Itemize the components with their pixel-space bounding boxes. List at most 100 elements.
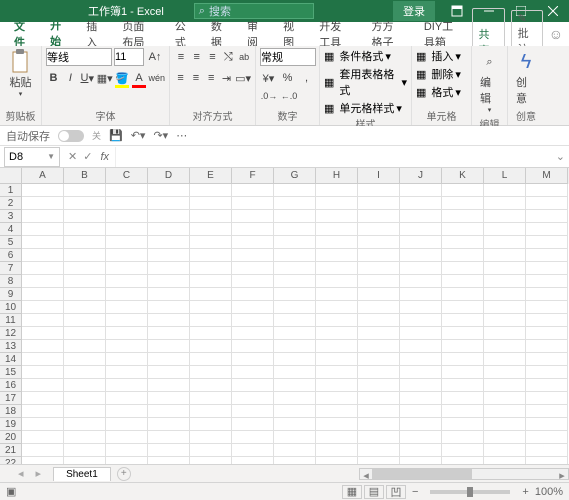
page-break-view-button[interactable]: 凹 xyxy=(386,485,406,499)
cell[interactable] xyxy=(64,314,106,327)
cell[interactable] xyxy=(484,275,526,288)
cell[interactable] xyxy=(358,444,400,457)
column-header[interactable]: B xyxy=(64,168,106,184)
cell[interactable] xyxy=(148,431,190,444)
cell[interactable] xyxy=(232,210,274,223)
cell[interactable] xyxy=(484,444,526,457)
cell[interactable] xyxy=(106,457,148,464)
row-header[interactable]: 4 xyxy=(0,223,22,236)
save-icon[interactable]: 💾 xyxy=(109,129,123,142)
format-table-button[interactable]: ▦套用表格格式▾ xyxy=(324,66,407,98)
cell[interactable] xyxy=(274,340,316,353)
cell[interactable] xyxy=(106,288,148,301)
cell[interactable] xyxy=(400,210,442,223)
increase-decimal-icon[interactable]: .0→ xyxy=(260,87,278,105)
zoom-out-button[interactable]: − xyxy=(412,486,418,498)
cell[interactable] xyxy=(484,236,526,249)
cell[interactable] xyxy=(64,340,106,353)
row-header[interactable]: 19 xyxy=(0,418,22,431)
cell[interactable] xyxy=(232,405,274,418)
column-header[interactable]: F xyxy=(232,168,274,184)
cell[interactable] xyxy=(274,301,316,314)
cell[interactable] xyxy=(64,353,106,366)
column-header[interactable]: L xyxy=(484,168,526,184)
cell[interactable] xyxy=(106,366,148,379)
cell[interactable] xyxy=(190,262,232,275)
cell[interactable] xyxy=(22,340,64,353)
cell[interactable] xyxy=(190,210,232,223)
cell[interactable] xyxy=(526,236,568,249)
zoom-level[interactable]: 100% xyxy=(535,486,563,498)
cancel-formula-icon[interactable]: ✕ xyxy=(68,150,77,163)
cell[interactable] xyxy=(22,431,64,444)
cell[interactable] xyxy=(106,379,148,392)
cell[interactable] xyxy=(316,392,358,405)
cell[interactable] xyxy=(400,379,442,392)
cell[interactable] xyxy=(22,314,64,327)
cell[interactable] xyxy=(232,197,274,210)
sheet-nav-next-icon[interactable]: ▸ xyxy=(36,467,42,480)
orientation-icon[interactable]: ⤭ xyxy=(221,48,235,66)
cell[interactable] xyxy=(358,340,400,353)
cell[interactable] xyxy=(22,366,64,379)
cell[interactable] xyxy=(442,249,484,262)
ideas-button[interactable]: ϟ 创意 xyxy=(512,48,540,108)
cell[interactable] xyxy=(148,236,190,249)
formula-input[interactable] xyxy=(115,147,552,167)
conditional-format-button[interactable]: ▦条件格式▾ xyxy=(324,48,407,64)
cell[interactable] xyxy=(274,236,316,249)
cell[interactable] xyxy=(316,210,358,223)
cell[interactable] xyxy=(148,210,190,223)
cell[interactable] xyxy=(190,236,232,249)
cell[interactable] xyxy=(274,197,316,210)
cell[interactable] xyxy=(190,340,232,353)
cell[interactable] xyxy=(442,340,484,353)
cell[interactable] xyxy=(106,223,148,236)
cell[interactable] xyxy=(484,288,526,301)
cell[interactable] xyxy=(22,353,64,366)
cell[interactable] xyxy=(400,418,442,431)
cell[interactable] xyxy=(232,223,274,236)
cell[interactable] xyxy=(316,197,358,210)
column-header[interactable]: K xyxy=(442,168,484,184)
cell[interactable] xyxy=(358,379,400,392)
cell[interactable] xyxy=(274,444,316,457)
cell[interactable] xyxy=(22,457,64,464)
cell[interactable] xyxy=(400,288,442,301)
name-box[interactable]: D8 ▼ xyxy=(4,147,60,167)
cell[interactable] xyxy=(484,301,526,314)
cell[interactable] xyxy=(442,197,484,210)
cell[interactable] xyxy=(274,262,316,275)
select-all-corner[interactable] xyxy=(0,168,22,184)
cell[interactable] xyxy=(484,262,526,275)
cell[interactable] xyxy=(106,314,148,327)
cell[interactable] xyxy=(190,431,232,444)
cell[interactable] xyxy=(400,184,442,197)
cell[interactable] xyxy=(232,379,274,392)
bold-button[interactable]: B xyxy=(46,69,61,87)
cell[interactable] xyxy=(358,457,400,464)
column-header[interactable]: D xyxy=(148,168,190,184)
scroll-right-icon[interactable]: ▸ xyxy=(556,469,568,479)
cell[interactable] xyxy=(274,327,316,340)
cell[interactable] xyxy=(442,184,484,197)
insert-cells-button[interactable]: ▦插入▾ xyxy=(416,48,467,64)
cell[interactable] xyxy=(484,184,526,197)
cell[interactable] xyxy=(232,249,274,262)
number-format-combo[interactable] xyxy=(260,48,316,66)
cell[interactable] xyxy=(274,457,316,464)
cell[interactable] xyxy=(442,262,484,275)
cell[interactable] xyxy=(442,457,484,464)
cell[interactable] xyxy=(526,210,568,223)
cell[interactable] xyxy=(526,262,568,275)
column-header[interactable]: E xyxy=(190,168,232,184)
cell[interactable] xyxy=(358,405,400,418)
cell[interactable] xyxy=(358,184,400,197)
cell[interactable] xyxy=(64,184,106,197)
cell[interactable] xyxy=(232,457,274,464)
cell[interactable] xyxy=(106,236,148,249)
delete-cells-button[interactable]: ▦删除▾ xyxy=(416,66,467,82)
cell[interactable] xyxy=(274,353,316,366)
cell[interactable] xyxy=(274,184,316,197)
cell[interactable] xyxy=(148,249,190,262)
